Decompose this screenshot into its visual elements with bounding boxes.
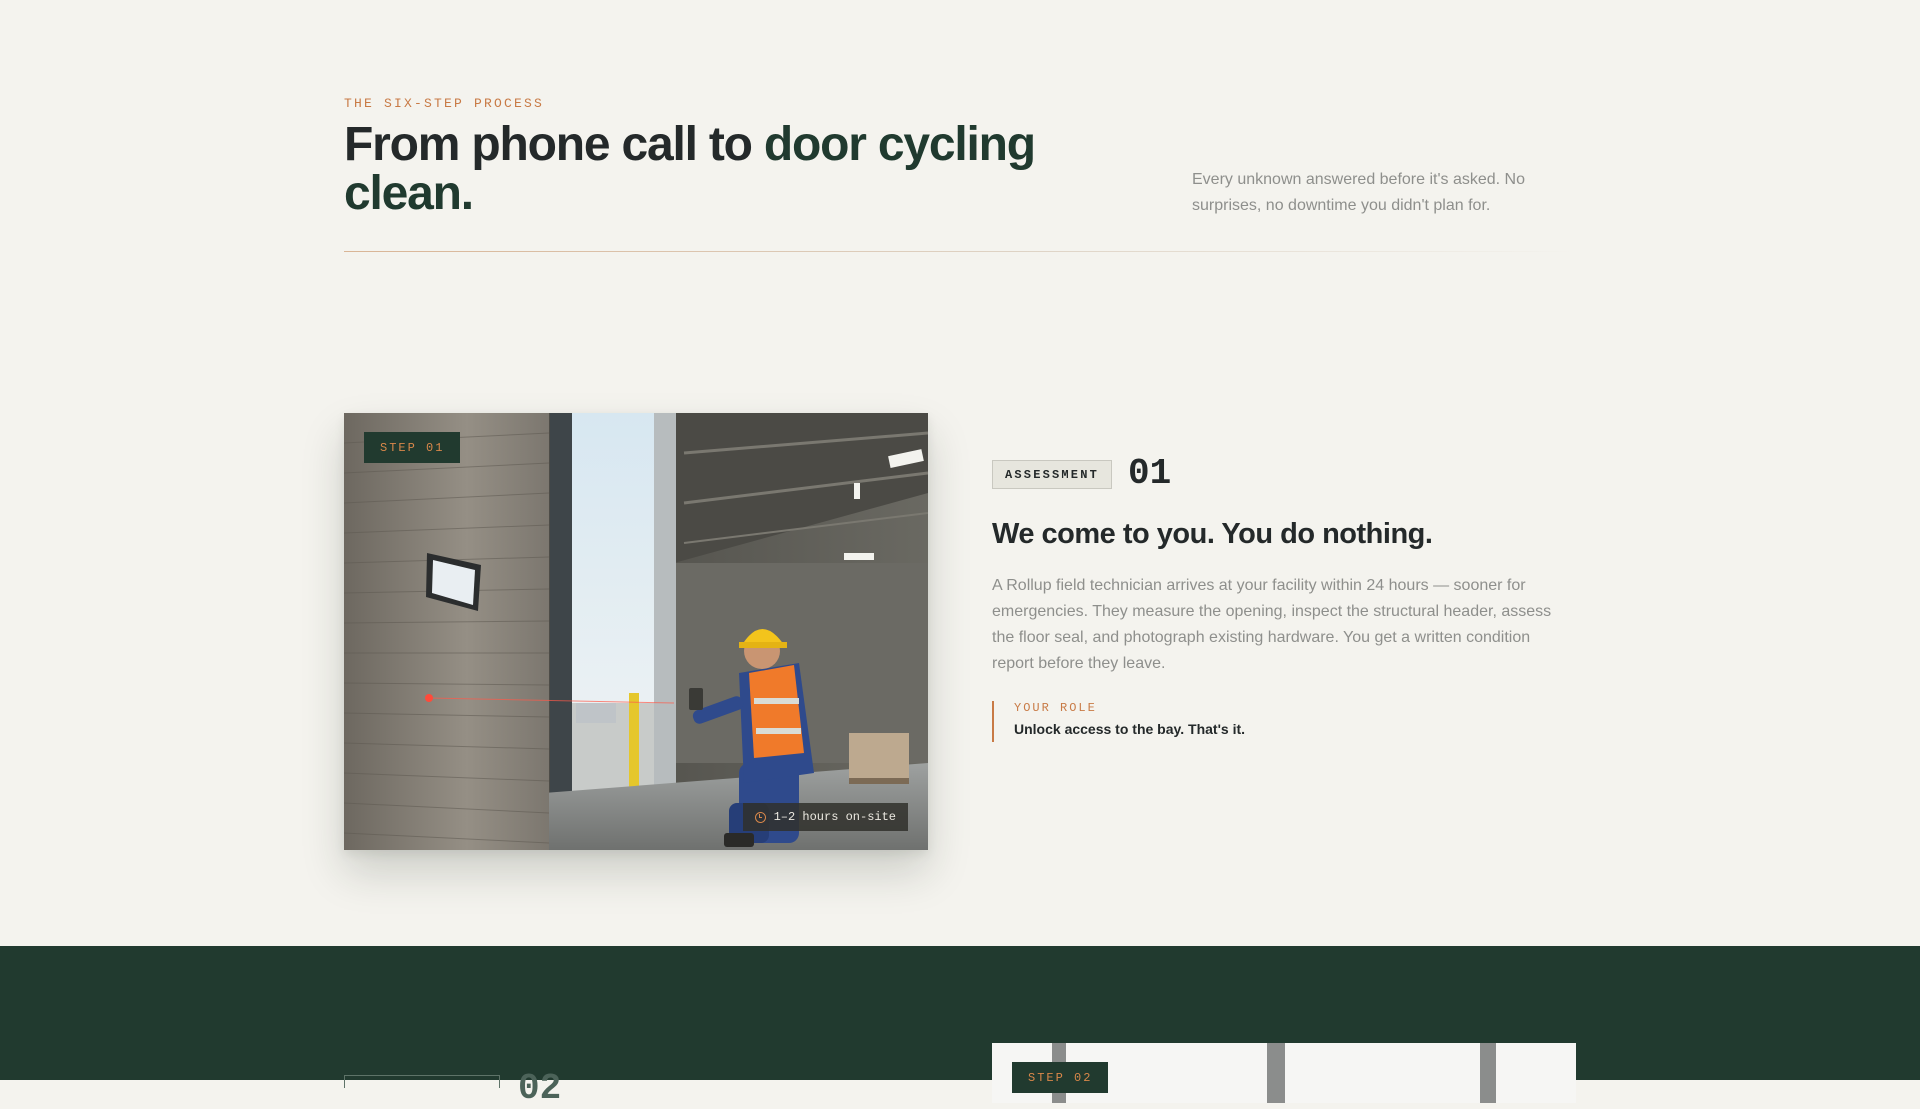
role-text: Unlock access to the bay. That's it. [1014,721,1246,737]
step-number: 01 [1128,453,1172,494]
photo-pillar [1480,1043,1496,1103]
section-headline: From phone call to door cycling clean. [344,120,1104,218]
step-2-badge: STEP 02 [1012,1062,1109,1093]
section-eyebrow: THE SIX-STEP PROCESS [344,96,545,111]
step-1-title: We come to you. You do nothing. [992,518,1433,550]
step-1-meta: ASSESSMENT 01 [992,456,1171,492]
headline-text: From phone call to [344,118,764,171]
clock-icon [754,811,766,823]
duration-chip: 1–2 hours on-site [742,803,908,831]
section-divider [344,251,1576,252]
your-role-callout: YOUR ROLE Unlock access to the bay. That… [992,701,1245,742]
role-label: YOUR ROLE [1014,701,1097,715]
step-2-photo: STEP 02 [992,1043,1576,1103]
step-category-tag: ASSESSMENT [992,459,1113,489]
section-intro: Every unknown answered before it's asked… [1192,171,1526,214]
step-2-number: 02 [518,1068,562,1109]
duration-text: 1–2 hours on-site [773,810,896,824]
technician-warehouse-image [344,413,928,850]
step-2-section: 02 STEP 02 [0,946,1920,1109]
step-1-description: A Rollup field technician arrives at you… [992,577,1552,672]
step-1-photo: STEP 01 1–2 hours on-site [344,413,928,850]
step-1-badge: STEP 01 [364,432,461,463]
step-2-tag [344,1075,500,1088]
photo-pillar [1267,1043,1285,1103]
